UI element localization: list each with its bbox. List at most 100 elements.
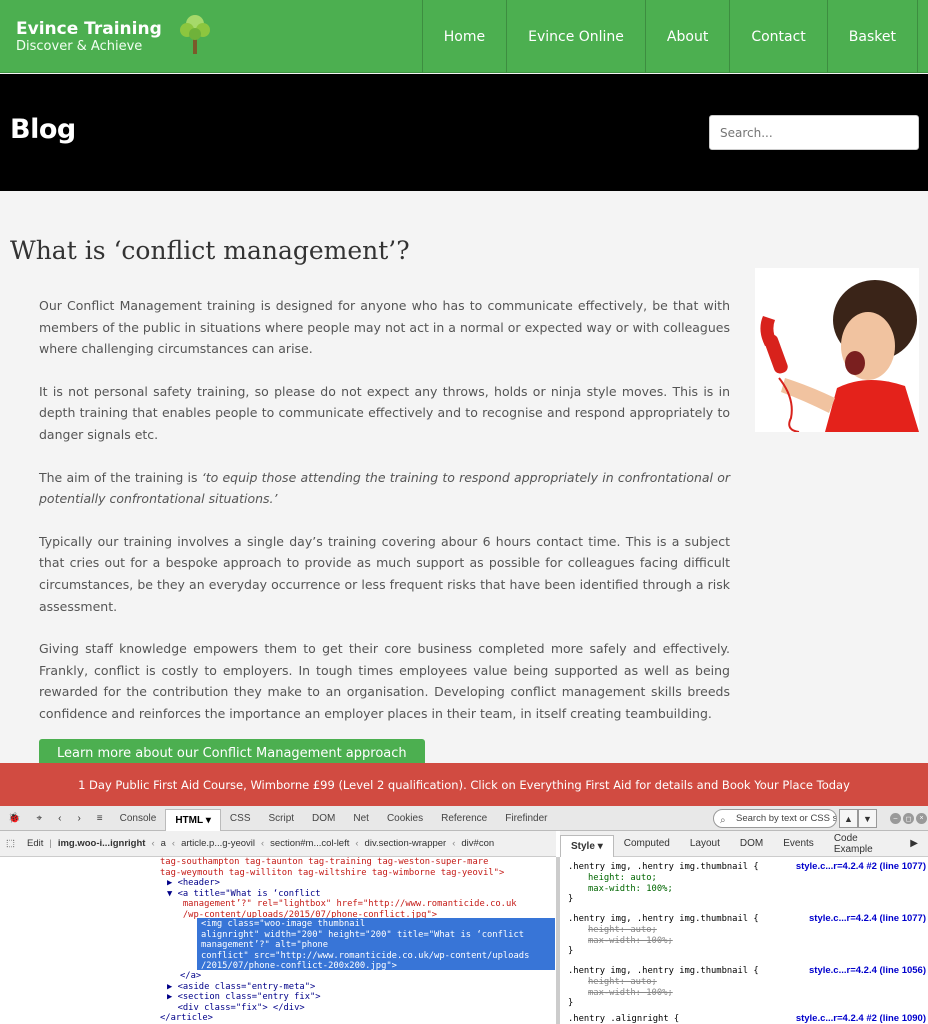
nav-evince-online[interactable]: Evince Online (506, 0, 645, 73)
close-icon[interactable]: × (916, 813, 927, 824)
post-title: What is ‘conflict management’? (10, 236, 410, 265)
tab-computed[interactable]: Computed (614, 831, 680, 857)
devtools-search-input[interactable]: ⌕ Search by text or CSS s (713, 809, 837, 828)
html-line[interactable]: tag-weymouth tag-williton tag-wiltshire … (160, 868, 504, 879)
chevron-up-icon[interactable]: ▲ (839, 809, 858, 828)
css-rule[interactable]: .hentry img, .hentry img.thumbnail { sty… (568, 965, 928, 1009)
tab-dom-side[interactable]: DOM (730, 831, 773, 857)
edit-button[interactable]: Edit (21, 838, 49, 849)
html-line[interactable]: management’?" rel="lightbox" href="http:… (167, 899, 517, 910)
devtools-toolbar: 🐞 ⌖ ‹ › ≡ Console HTML ▾ CSS Script DOM … (0, 806, 928, 831)
tab-cookies[interactable]: Cookies (378, 806, 432, 831)
post-paragraph-lead: The aim of the training is (39, 469, 202, 485)
tab-script[interactable]: Script (259, 806, 303, 831)
html-line[interactable]: ▶ <aside class="entry-meta"> (167, 982, 315, 993)
css-rule-close: } (568, 894, 574, 905)
tab-events[interactable]: Events (773, 831, 824, 857)
html-line[interactable]: </article> (160, 1013, 213, 1024)
html-line[interactable]: </a> (180, 971, 201, 982)
post-paragraph: The aim of the training is ‘to equip tho… (39, 467, 730, 510)
promo-text: 1 Day Public First Aid Course, Wimborne … (78, 777, 850, 792)
css-rule[interactable]: .hentry img, .hentry img.thumbnail { sty… (568, 861, 928, 905)
html-tree[interactable]: tag-southampton tag-taunton tag-training… (0, 857, 556, 1024)
forward-icon[interactable]: › (69, 806, 88, 831)
title-band: Blog (0, 74, 928, 191)
tab-html-label: HTML (175, 814, 204, 826)
css-source-link[interactable]: style.c...r=4.2.4 (line 1056) (809, 965, 926, 977)
post-paragraph: Giving staff knowledge empowers them to … (39, 641, 730, 721)
phone-conflict-image[interactable] (755, 268, 919, 432)
html-line[interactable]: tag-southampton tag-taunton tag-training… (160, 857, 488, 868)
devtools-search-placeholder: Search by text or CSS s (736, 813, 837, 824)
tab-console[interactable]: Console (111, 806, 166, 831)
nav-home[interactable]: Home (421, 0, 506, 73)
tab-css[interactable]: CSS (221, 806, 260, 831)
devtools-panel: 🐞 ⌖ ‹ › ≡ Console HTML ▾ CSS Script DOM … (0, 806, 928, 1024)
breadcrumb-item[interactable]: div.section-wrapper (359, 838, 453, 849)
tab-net[interactable]: Net (344, 806, 378, 831)
css-rule-close: } (568, 946, 574, 957)
tab-style[interactable]: Style ▾ (560, 834, 614, 857)
chevron-down-icon: ▾ (205, 814, 211, 826)
nav-contact[interactable]: Contact (729, 0, 826, 73)
tab-reference[interactable]: Reference (432, 806, 496, 831)
tab-style-label: Style (571, 840, 595, 852)
brand[interactable]: Evince Training Discover & Achieve (16, 19, 162, 55)
chevron-right-icon[interactable]: ▶ (900, 831, 928, 857)
post-body: Our Conflict Management training is desi… (39, 295, 730, 746)
search-nav: ▲ ▼ (839, 809, 877, 828)
css-rule-close: } (568, 998, 574, 1009)
brand-tagline: Discover & Achieve (16, 39, 143, 54)
search-icon: ⌕ (720, 815, 726, 826)
inspect-icon[interactable]: ⬚ (0, 838, 21, 849)
css-rule[interactable]: .hentry img, .hentry img.thumbnail { sty… (568, 913, 928, 957)
css-source-link[interactable]: style.c...r=4.2.4 (line 1077) (809, 913, 926, 925)
page-title: Blog (10, 114, 76, 145)
tab-firefinder[interactable]: Firefinder (496, 806, 556, 831)
post-paragraph: It is not personal safety training, so p… (39, 383, 730, 442)
css-rule[interactable]: .hentry .alignright { style.c...r=4.2.4 … (568, 1013, 928, 1024)
minimize-icon[interactable]: – (890, 813, 901, 824)
tab-dom[interactable]: DOM (303, 806, 344, 831)
css-source-link[interactable]: style.c...r=4.2.4 #2 (line 1077) (796, 861, 926, 873)
html-line[interactable]: ▶ <section class="entry fix"> (167, 992, 321, 1003)
breadcrumb-item[interactable]: div#con (455, 838, 500, 849)
css-property[interactable]: max-width: 100%; (568, 884, 928, 895)
css-property[interactable]: max-width: 100%; (568, 988, 928, 999)
post-content: What is ‘conflict management’? Our Confl… (0, 191, 928, 763)
firebug-icon[interactable]: 🐞 (0, 806, 28, 831)
tab-html[interactable]: HTML ▾ (165, 808, 221, 831)
css-property[interactable]: height: auto; (568, 925, 928, 936)
search-input[interactable] (709, 115, 919, 150)
breadcrumb-item[interactable]: section#m...col-left (264, 838, 355, 849)
chevron-down-icon[interactable]: ▼ (858, 809, 877, 828)
post-paragraph: Typically our training involves a single… (39, 533, 730, 614)
selected-node[interactable]: <img class="woo-image thumbnail alignrig… (197, 918, 555, 971)
tab-layout[interactable]: Layout (680, 831, 730, 857)
tab-code-example[interactable]: Code Example (824, 831, 900, 857)
nav-about[interactable]: About (644, 0, 729, 73)
breadcrumb-item[interactable]: article.p...g-yeovil (175, 838, 261, 849)
breadcrumb-item[interactable]: a (155, 838, 172, 849)
window-controls: – ◻ × (890, 813, 927, 824)
html-line[interactable]: ▼ <a title="What is ‘conflict (167, 889, 321, 900)
back-icon[interactable]: ‹ (50, 806, 69, 831)
css-property[interactable]: max-width: 100%; (568, 936, 928, 947)
inspect-icon[interactable]: ⌖ (28, 806, 50, 831)
html-line[interactable]: <div class="fix"> </div> (167, 1003, 305, 1014)
tree-icon (180, 15, 210, 54)
css-property[interactable]: height: auto; (568, 873, 928, 884)
brand-title: Evince Training (16, 19, 162, 39)
promo-bar[interactable]: 1 Day Public First Aid Course, Wimborne … (0, 763, 928, 806)
learn-more-button[interactable]: Learn more about our Conflict Management… (39, 739, 425, 763)
detach-icon[interactable]: ◻ (903, 813, 914, 824)
breadcrumb: ⬚ Edit | img.woo-i...ignright ‹ a ‹ arti… (0, 831, 556, 857)
html-line[interactable]: ▶ <header> (167, 878, 220, 889)
css-property[interactable]: height: auto; (568, 977, 928, 988)
css-source-link[interactable]: style.c...r=4.2.4 #2 (line 1090) (796, 1013, 926, 1024)
site-header: Evince Training Discover & Achieve Home … (0, 0, 928, 73)
nav-basket[interactable]: Basket (826, 0, 918, 73)
breadcrumb-item[interactable]: img.woo-i...ignright (52, 838, 152, 849)
side-panel-tabs: Style ▾ Computed Layout DOM Events Code … (560, 831, 928, 857)
command-line-icon[interactable]: ≡ (89, 806, 111, 831)
